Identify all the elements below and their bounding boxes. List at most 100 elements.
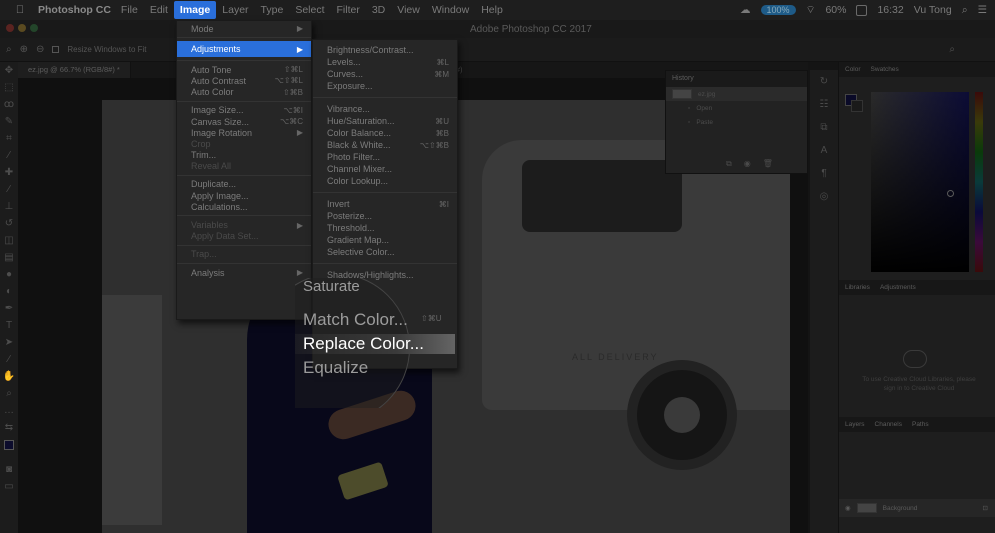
resize-windows-checkbox[interactable] [52, 46, 60, 53]
gradient-tool-icon[interactable]: ▤ [0, 249, 18, 266]
properties-panel-icon[interactable]: ☷ [810, 93, 838, 116]
status-pill[interactable]: 100% [760, 5, 796, 15]
move-tool-icon[interactable]: ✥ [0, 62, 18, 79]
document-tab[interactable]: ez.jpg @ 66.7% (RGB/8#) * [18, 62, 131, 78]
zoom-tool-icon[interactable]: ⌕ [6, 44, 12, 55]
menu-3d[interactable]: 3D [366, 1, 391, 19]
mag-item-equalize[interactable]: Equalize [303, 358, 368, 378]
adjustments-item-color-lookup[interactable]: Color Lookup... [313, 175, 457, 187]
color-picker-handle[interactable] [947, 190, 954, 197]
mag-item-match-color[interactable]: Match Color... [303, 310, 408, 330]
image-menu-item-duplicate[interactable]: Duplicate... [177, 179, 311, 190]
menu-edit[interactable]: Edit [144, 1, 174, 19]
app-menu-name[interactable]: Photoshop CC [38, 4, 111, 16]
cloud-icon[interactable]: ☁ [740, 4, 751, 16]
adjustments-item-hue-saturation[interactable]: Hue/Saturation... ⌘U [313, 115, 457, 127]
image-menu-item-auto-color[interactable]: Auto Color ⇧⌘B [177, 87, 311, 98]
layer-row[interactable]: ◉ Background ⊡ [839, 499, 995, 517]
image-menu-item-variables[interactable]: Variables ▶ [177, 219, 311, 230]
brush-tool-icon[interactable]: ∕ [0, 181, 18, 198]
dodge-tool-icon[interactable]: ◐ [0, 283, 18, 300]
3d-panel-icon[interactable]: ◎ [810, 185, 838, 208]
adjustments-item-photo-filter[interactable]: Photo Filter... [313, 151, 457, 163]
lasso-tool-icon[interactable]: ꝏ [0, 96, 18, 113]
new-document-icon[interactable]: ⧉ [726, 159, 732, 169]
more-tools-icon[interactable]: … [0, 402, 18, 419]
quick-mask-icon[interactable]: ◙ [0, 461, 18, 478]
history-snapshot[interactable]: ez.jpg [666, 87, 807, 101]
adjustments-item-channel-mixer[interactable]: Channel Mixer... [313, 163, 457, 175]
menu-view[interactable]: View [391, 1, 426, 19]
quick-select-tool-icon[interactable]: ✎ [0, 113, 18, 130]
menu-image[interactable]: Image [173, 1, 217, 19]
swap-colors-icon[interactable]: ⇆ [0, 419, 18, 436]
search-icon[interactable]: ⌕ [949, 44, 955, 55]
screen-mode-icon[interactable]: ▭ [0, 478, 18, 495]
tab-color[interactable]: Color [845, 66, 861, 73]
pen-tool-icon[interactable]: ✒ [0, 300, 18, 317]
image-menu-item-trap[interactable]: Trap... [177, 249, 311, 260]
character-panel-icon[interactable]: A [810, 139, 838, 162]
adjustments-item-brightness-contrast[interactable]: Brightness/Contrast... [313, 44, 457, 56]
mag-item-replace-color[interactable]: Replace Color... [303, 334, 424, 354]
image-menu-item-crop[interactable]: Crop [177, 138, 311, 149]
adjustments-item-posterize[interactable]: Posterize... [313, 210, 457, 222]
minimize-window-icon[interactable] [18, 24, 26, 32]
history-step[interactable]: ▫ Paste [666, 115, 807, 129]
image-menu-item-image-rotation[interactable]: Image Rotation ▶ [177, 127, 311, 138]
image-menu-item-apply-image[interactable]: Apply Image... [177, 190, 311, 201]
type-tool-icon[interactable]: T [0, 317, 18, 334]
trash-icon[interactable]: 🗑 [763, 159, 773, 169]
adjustments-item-exposure[interactable]: Exposure... [313, 80, 457, 92]
hue-slider[interactable] [975, 92, 983, 272]
adjustments-item-invert[interactable]: Invert ⌘I [313, 198, 457, 210]
layers-comp-icon[interactable]: ⧉ [810, 116, 838, 139]
zoom-in-icon[interactable]: ⊕ [20, 44, 28, 55]
healing-tool-icon[interactable]: ✚ [0, 164, 18, 181]
menu-select[interactable]: Select [289, 1, 330, 19]
tab-adjustments[interactable]: Adjustments [880, 284, 916, 291]
eraser-tool-icon[interactable]: ◫ [0, 232, 18, 249]
image-menu-item-canvas-size[interactable]: Canvas Size... ⌥⌘C [177, 116, 311, 127]
hand-tool-icon[interactable]: ✋ [0, 368, 18, 385]
menu-help[interactable]: Help [475, 1, 509, 19]
adjustments-item-vibrance[interactable]: Vibrance... [313, 103, 457, 115]
image-menu-item-mode[interactable]: Mode ▶ [177, 23, 311, 34]
camera-icon[interactable]: ◉ [744, 159, 751, 169]
paragraph-panel-icon[interactable]: ¶ [810, 162, 838, 185]
shape-tool-icon[interactable]: ∕ [0, 351, 18, 368]
image-menu-item-trim[interactable]: Trim... [177, 150, 311, 161]
menu-file[interactable]: File [115, 1, 144, 19]
battery-label[interactable]: 60% [825, 4, 846, 16]
foreground-color-swatch[interactable] [0, 436, 18, 453]
adjustments-item-black-white[interactable]: Black & White... ⌥⇧⌘B [313, 139, 457, 151]
eye-icon[interactable]: ◉ [845, 504, 851, 512]
menu-window[interactable]: Window [426, 1, 475, 19]
eyedropper-tool-icon[interactable]: ⁄ [0, 147, 18, 164]
notification-icon[interactable]: ☰ [978, 4, 987, 16]
mag-item-saturate[interactable]: Saturate [303, 278, 360, 295]
path-select-tool-icon[interactable]: ➤ [0, 334, 18, 351]
menu-type[interactable]: Type [255, 1, 290, 19]
blur-tool-icon[interactable]: ● [0, 266, 18, 283]
image-menu-item-analysis[interactable]: Analysis ▶ [177, 267, 311, 278]
menu-layer[interactable]: Layer [216, 1, 254, 19]
adjustments-item-gradient-map[interactable]: Gradient Map... [313, 234, 457, 246]
image-menu-item-calculations[interactable]: Calculations... [177, 201, 311, 212]
image-menu-item-adjustments[interactable]: Adjustments ▶ [177, 41, 311, 58]
wifi-icon[interactable]: ⌔ [806, 3, 816, 17]
adjustments-item-selective-color[interactable]: Selective Color... [313, 246, 457, 258]
clock[interactable]: 16:32 [877, 4, 903, 16]
history-step[interactable]: ▫ Open [666, 101, 807, 115]
menu-filter[interactable]: Filter [331, 1, 366, 19]
zoom-window-icon[interactable] [30, 24, 38, 32]
crop-tool-icon[interactable]: ⌗ [0, 130, 18, 147]
tab-libraries[interactable]: Libraries [845, 284, 870, 291]
background-swatch[interactable] [851, 100, 863, 112]
lock-icon[interactable]: ⊡ [983, 504, 988, 512]
image-menu-item-auto-tone[interactable]: Auto Tone ⇧⌘L [177, 64, 311, 75]
tab-channels[interactable]: Channels [875, 421, 902, 428]
history-panel-icon[interactable]: ↻ [810, 70, 838, 93]
tab-layers[interactable]: Layers [845, 421, 865, 428]
history-brush-tool-icon[interactable]: ↺ [0, 215, 18, 232]
